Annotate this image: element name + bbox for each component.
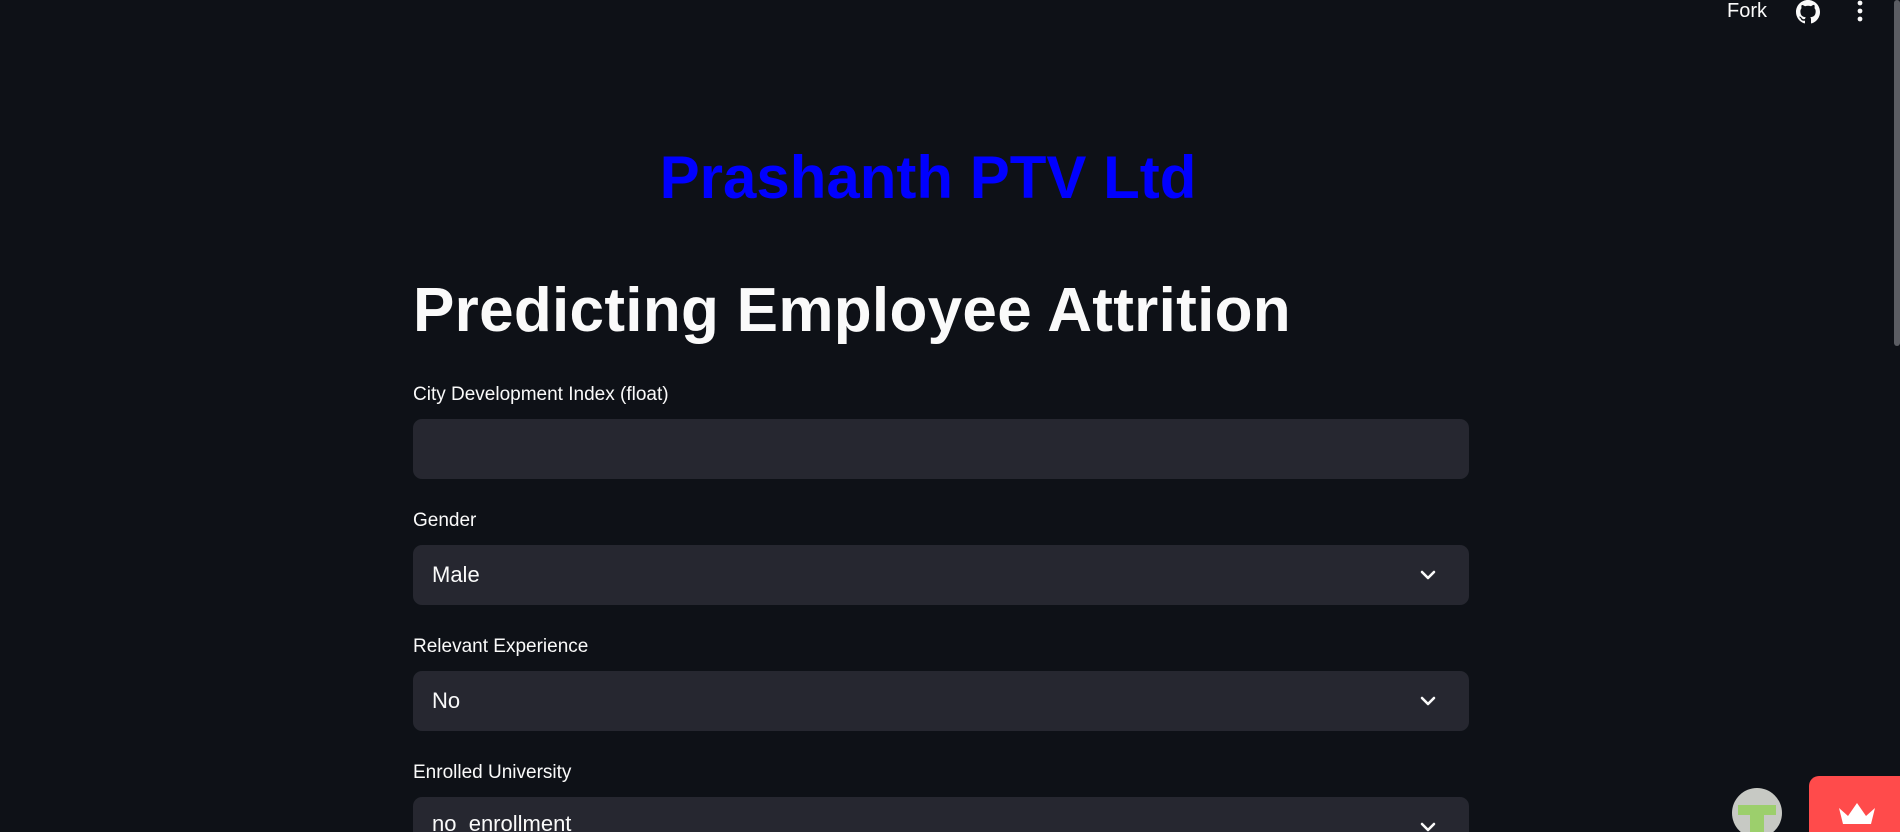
page-title: Predicting Employee Attrition [413, 276, 1291, 345]
crown-icon [1839, 803, 1875, 824]
avatar[interactable] [1732, 788, 1782, 832]
github-icon[interactable] [1795, 0, 1821, 24]
chevron-down-icon [1420, 570, 1436, 580]
enrolled-university-label: Enrolled University [413, 762, 572, 783]
vertical-dots-menu-icon[interactable] [1848, 0, 1872, 24]
relevant-experience-label: Relevant Experience [413, 636, 589, 657]
brand-title: Prashanth PTV Ltd [659, 144, 1197, 211]
relevant-experience-selected-value: No [432, 688, 461, 713]
chevron-down-icon [1420, 696, 1436, 706]
relevant-experience-select[interactable]: No [413, 671, 1469, 731]
app-page: Fork Prashanth PTV Ltd Predicting Employ… [0, 0, 1900, 832]
gender-select[interactable]: Male [413, 545, 1469, 605]
gender-selected-value: Male [432, 562, 480, 587]
fork-link[interactable]: Fork [1727, 0, 1767, 22]
enrolled-university-selected-value: no_enrollment [432, 811, 572, 832]
hosted-badge[interactable] [1809, 776, 1900, 832]
city-index-input[interactable] [413, 419, 1469, 479]
city-index-label: City Development Index (float) [413, 384, 669, 405]
page-scrollbar[interactable] [1894, 0, 1900, 346]
gender-label: Gender [413, 510, 477, 531]
avatar-logo-stem [1750, 812, 1764, 832]
enrolled-university-select[interactable]: no_enrollment [413, 797, 1469, 832]
chevron-down-icon [1420, 822, 1436, 832]
